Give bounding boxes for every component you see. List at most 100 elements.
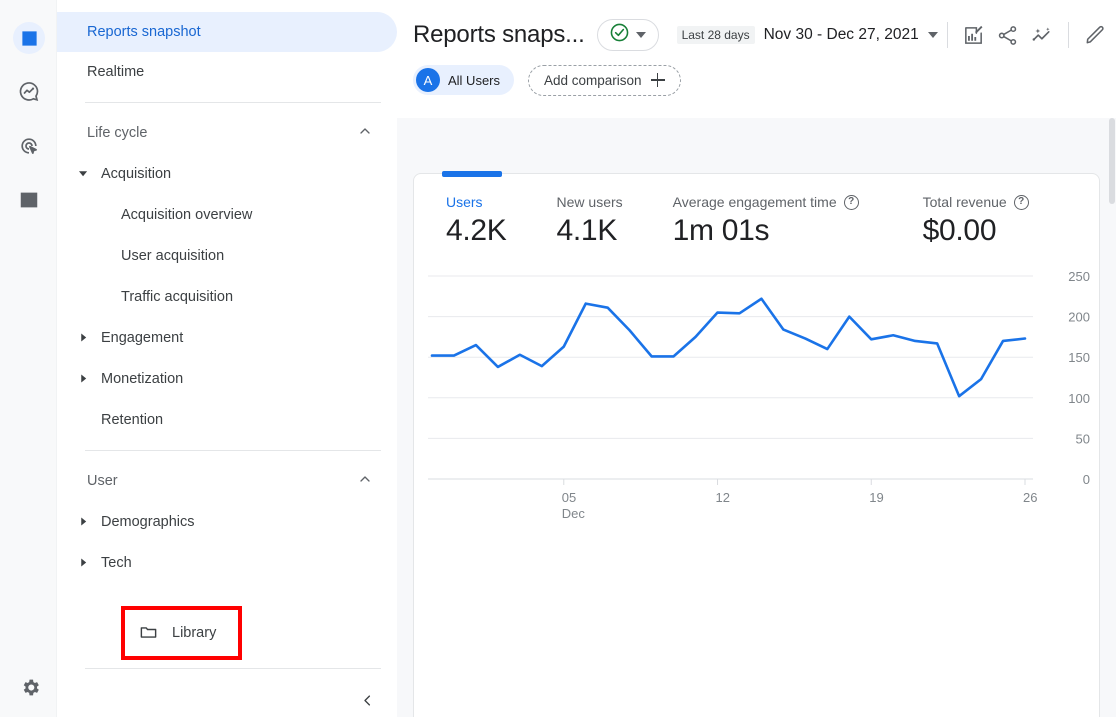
metric-value: 1m 01s [673, 214, 859, 248]
chevron-up-icon [357, 123, 373, 143]
page-title: Reports snaps... [413, 21, 585, 49]
add-comparison-button[interactable]: Add comparison [528, 65, 681, 96]
help-icon[interactable]: ? [844, 195, 859, 210]
comparison-chips-row: A All Users Add comparison [397, 56, 1116, 104]
metric-label: Average engagement time ? [673, 194, 859, 210]
sidebar-item-label: Traffic acquisition [121, 289, 233, 305]
chart-svg: 05010015020025005Dec121926 [414, 266, 1098, 531]
metric-label: New users [557, 194, 623, 210]
metric-average-engagement-time[interactable]: Average engagement time ? 1m 01s [623, 194, 859, 248]
left-icon-rail [0, 0, 57, 717]
sidebar-group-monetization[interactable]: Monetization [57, 358, 397, 399]
sidebar-divider-3 [85, 668, 381, 669]
customize-report-icon[interactable] [957, 18, 991, 52]
users-line-chart[interactable]: 05010015020025005Dec121926 [414, 266, 1099, 531]
sidebar-item-label: Acquisition overview [121, 207, 252, 223]
date-range-badge: Last 28 days [677, 26, 755, 44]
y-axis-tick-label: 200 [1068, 310, 1090, 325]
date-range-text: Nov 30 - Dec 27, 2021 [764, 26, 919, 44]
advertising-icon[interactable] [13, 130, 45, 162]
insights-icon[interactable] [1025, 18, 1059, 52]
active-tab-indicator [442, 171, 502, 177]
analytics-app: Reports snapshot Realtime Life cycle Acq… [0, 0, 1116, 717]
x-axis-month-label: Dec [562, 506, 586, 521]
y-axis-tick-label: 100 [1068, 391, 1090, 406]
chevron-down-icon [928, 32, 938, 38]
metric-new-users[interactable]: New users 4.1K [507, 194, 623, 248]
caret-down-icon [79, 169, 97, 178]
sidebar-section-label: Life cycle [87, 125, 147, 141]
users-overview-card: Users 4.2K New users 4.1K Aver [413, 173, 1100, 717]
audience-chip-all-users[interactable]: A All Users [413, 65, 514, 95]
content-scrollbar[interactable] [1109, 118, 1116, 717]
sidebar-group-demographics[interactable]: Demographics [57, 501, 397, 542]
sidebar-item-retention[interactable]: Retention [57, 399, 397, 440]
help-icon[interactable]: ? [1014, 195, 1029, 210]
sidebar-section-label: User [87, 473, 118, 489]
caret-right-icon [79, 374, 97, 383]
sidebar-group-label: Monetization [101, 371, 183, 387]
report-content: Users 4.2K New users 4.1K Aver [397, 118, 1116, 717]
plus-icon [651, 73, 665, 87]
chevron-down-icon [636, 32, 646, 38]
explore-icon[interactable] [13, 76, 45, 108]
folder-icon [139, 622, 158, 644]
y-axis-tick-label: 50 [1076, 431, 1090, 446]
y-axis-tick-label: 0 [1083, 472, 1090, 487]
sidebar-group-tech[interactable]: Tech [57, 542, 397, 583]
caret-right-icon [79, 333, 97, 342]
sidebar-item-label: Retention [101, 412, 163, 428]
toolbar-divider [1068, 22, 1069, 48]
reports-nav-sidebar: Reports snapshot Realtime Life cycle Acq… [57, 0, 397, 717]
avatar: A [416, 68, 440, 92]
date-range-selector[interactable]: Last 28 days Nov 30 - Dec 27, 2021 [677, 26, 938, 44]
metric-value: 4.2K [446, 214, 507, 248]
configure-icon[interactable] [13, 184, 45, 216]
x-axis-tick-label: 05 [562, 490, 576, 505]
sidebar-section-user[interactable]: User [57, 461, 397, 501]
sidebar-item-user-acquisition[interactable]: User acquisition [57, 235, 397, 276]
sidebar-group-label: Demographics [101, 514, 195, 530]
sidebar-item-label: Reports snapshot [87, 24, 201, 40]
metric-label: Users [446, 194, 507, 210]
y-axis-tick-label: 150 [1068, 350, 1090, 365]
sidebar-item-library[interactable]: Library [121, 606, 242, 660]
sidebar-item-label: Library [172, 625, 216, 641]
topbar-actions [938, 15, 1112, 55]
metric-label: Total revenue ? [923, 194, 1029, 210]
sidebar-item-reports-snapshot[interactable]: Reports snapshot [57, 12, 397, 52]
report-status-button[interactable] [597, 19, 659, 51]
add-comparison-label: Add comparison [544, 73, 642, 88]
collapse-menu-button[interactable] [353, 686, 381, 714]
report-topbar: Reports snaps... Last 28 days Nov 30 - D… [397, 0, 1116, 118]
sidebar-item-label: User acquisition [121, 248, 224, 264]
scrollbar-thumb[interactable] [1109, 118, 1115, 204]
caret-right-icon [79, 517, 97, 526]
x-axis-tick-label: 26 [1023, 490, 1037, 505]
sidebar-item-acquisition-overview[interactable]: Acquisition overview [57, 194, 397, 235]
sidebar-group-label: Engagement [101, 330, 183, 346]
sidebar-group-engagement[interactable]: Engagement [57, 317, 397, 358]
sidebar-divider-1 [85, 102, 381, 103]
sidebar-divider-2 [85, 450, 381, 451]
admin-gear-icon[interactable] [16, 673, 44, 701]
sidebar-item-traffic-acquisition[interactable]: Traffic acquisition [57, 276, 397, 317]
chart-series-users [432, 299, 1025, 396]
share-icon[interactable] [991, 18, 1025, 52]
sidebar-group-label: Acquisition [101, 166, 171, 182]
audience-chip-label: All Users [448, 73, 500, 88]
reports-icon[interactable] [13, 22, 45, 54]
check-circle-icon [609, 22, 630, 48]
edit-icon[interactable] [1078, 18, 1112, 52]
sidebar-item-realtime[interactable]: Realtime [57, 52, 397, 92]
sidebar-group-label: Tech [101, 555, 132, 571]
title-row: Reports snaps... Last 28 days Nov 30 - D… [397, 0, 1116, 56]
metric-value: $0.00 [923, 214, 1029, 248]
metric-value: 4.1K [557, 214, 623, 248]
sidebar-group-acquisition[interactable]: Acquisition [57, 153, 397, 194]
metrics-row: Users 4.2K New users 4.1K Aver [414, 174, 1099, 248]
metric-total-revenue[interactable]: Total revenue ? $0.00 [859, 194, 1029, 248]
main-content: Reports snaps... Last 28 days Nov 30 - D… [397, 0, 1116, 717]
metric-users[interactable]: Users 4.2K [414, 194, 507, 248]
sidebar-section-life-cycle[interactable]: Life cycle [57, 113, 397, 153]
